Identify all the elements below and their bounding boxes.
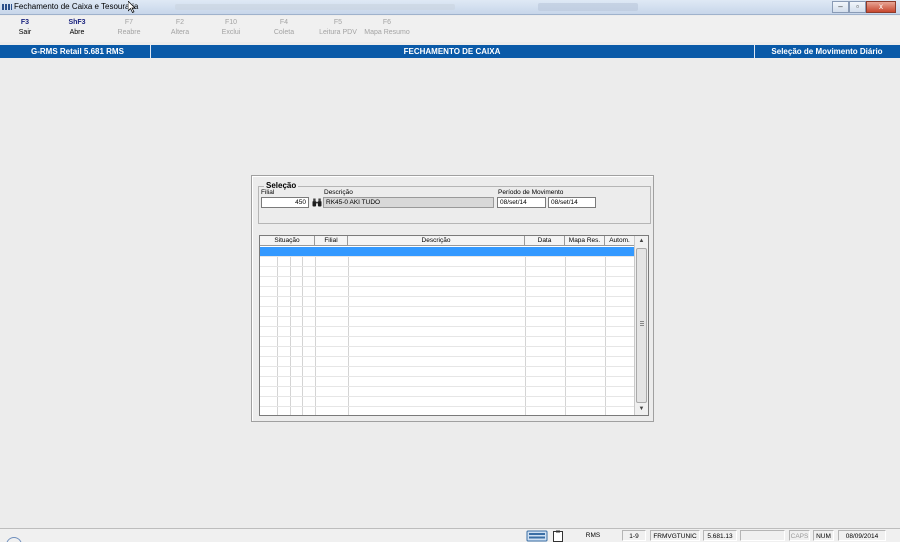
screen-context: Seleção de Movimento Diário [771,47,883,56]
blurred-tab [175,4,455,10]
keyboard-icon [526,530,548,542]
table-row[interactable] [260,247,634,257]
periodo-label: Período de Movimento [498,189,564,196]
blurred-tab [538,3,638,11]
fkey-code: F6 [382,19,392,26]
periodo-start-field[interactable]: 08/set/14 [497,197,546,208]
filial-label: Filial [261,189,275,196]
grid-scrollbar[interactable]: ▲ ▼ [634,236,648,415]
fkey-code: F7 [124,19,134,26]
table-row[interactable] [260,307,634,317]
fkey-mapa-resumo[interactable]: F6 Mapa Resumo [362,18,412,38]
table-row[interactable] [260,317,634,327]
fkey-code: F2 [175,19,185,26]
table-row[interactable] [260,337,634,347]
grip-icon [640,321,644,327]
table-row[interactable] [260,287,634,297]
col-mapa-res[interactable]: Mapa Res. [565,236,605,246]
descricao-field: RK45-0 AKI TUDO [323,197,494,208]
table-row[interactable] [260,377,634,387]
status-program: FRMVGTUNIC [650,530,700,541]
fkey-label: Abre [69,29,85,36]
fkey-altera[interactable]: F2 Altera [155,18,205,38]
table-row[interactable] [260,257,634,267]
fkey-sair[interactable]: F3 Sair [0,18,50,38]
fkey-label: Sair [18,29,32,36]
start-orb-icon[interactable] [6,537,22,542]
fkey-abre[interactable]: ShF3 Abre [52,18,102,38]
scroll-thumb[interactable] [636,248,647,403]
table-row[interactable] [260,277,634,287]
col-situacao[interactable]: Situação [260,236,315,246]
fkey-label: Exclui [221,29,241,36]
scroll-down-icon[interactable]: ▼ [636,404,647,415]
window-title: Fechamento de Caixa e Tesouraria [14,2,139,11]
function-key-toolbar: F3 Sair ShF3 Abre F7 Reabre F2 Altera F1… [0,16,900,42]
table-row[interactable] [260,327,634,337]
app-version: G-RMS Retail 5.681 RMS [31,47,124,56]
fkey-exclui[interactable]: F10 Exclui [206,18,256,38]
col-descricao[interactable]: Descrição [348,236,525,246]
selection-groupbox: Seleção Filial 450 Descrição RK45-0 AKI … [258,181,651,224]
col-data[interactable]: Data [525,236,565,246]
table-row[interactable] [260,267,634,277]
periodo-end-field[interactable]: 08/set/14 [548,197,596,208]
fkey-code: F4 [279,19,289,26]
status-system: RMS [585,532,601,539]
status-num: NUM [813,530,834,541]
close-button[interactable]: x [866,1,896,13]
fkey-label: Mapa Resumo [364,29,410,36]
fkey-label: Leitura PDV [319,29,357,36]
fkey-label: Reabre [117,29,141,36]
fkey-label: Altera [170,29,190,36]
table-row[interactable] [260,357,634,367]
grid-body [260,247,634,415]
status-version: 5.681.13 [703,530,737,541]
minimize-button[interactable]: – [832,1,849,13]
window-title-bar[interactable]: Fechamento de Caixa e Tesouraria – ▫ x [0,0,900,15]
movimento-grid[interactable]: Situação Filial Descrição Data Mapa Res.… [259,235,649,416]
screen-title: FECHAMENTO DE CAIXA [403,47,501,56]
fkey-code: ShF3 [68,19,86,26]
table-row[interactable] [260,367,634,377]
fkey-reabre[interactable]: F7 Reabre [104,18,154,38]
scroll-up-icon[interactable]: ▲ [636,236,647,247]
col-filial[interactable]: Filial [315,236,348,246]
status-date: 08/09/2014 [838,530,886,541]
status-empty [740,530,785,541]
mouse-cursor-icon [128,1,136,13]
window-controls: – ▫ x [832,1,896,13]
binoculars-search-icon[interactable] [312,198,322,207]
table-row[interactable] [260,387,634,397]
app-icon [2,4,12,10]
table-row[interactable] [260,397,634,407]
filial-field[interactable]: 450 [261,197,309,208]
selection-panel: Seleção Filial 450 Descrição RK45-0 AKI … [251,175,654,422]
fkey-code: F3 [20,19,30,26]
status-caps: CAPS [789,530,810,541]
fkey-leitura-pdv[interactable]: F5 Leitura PDV [313,18,363,38]
status-bar: RMS 1-9 FRMVGTUNIC 5.681.13 CAPS NUM 08/… [0,528,900,542]
descricao-label: Descrição [324,189,353,196]
fkey-code: F5 [333,19,343,26]
fkey-code: F10 [224,19,238,26]
table-row[interactable] [260,297,634,307]
fkey-label: Coleta [273,29,295,36]
fkey-coleta[interactable]: F4 Coleta [259,18,309,38]
grid-header: Situação Filial Descrição Data Mapa Res.… [260,236,634,246]
grid-rows [260,247,634,407]
status-range: 1-9 [622,530,646,541]
screen-header: G-RMS Retail 5.681 RMS FECHAMENTO DE CAI… [0,45,900,58]
table-row[interactable] [260,347,634,357]
restore-button[interactable]: ▫ [849,1,866,13]
col-autom[interactable]: Autom. [605,236,634,246]
clipboard-icon [553,530,563,542]
